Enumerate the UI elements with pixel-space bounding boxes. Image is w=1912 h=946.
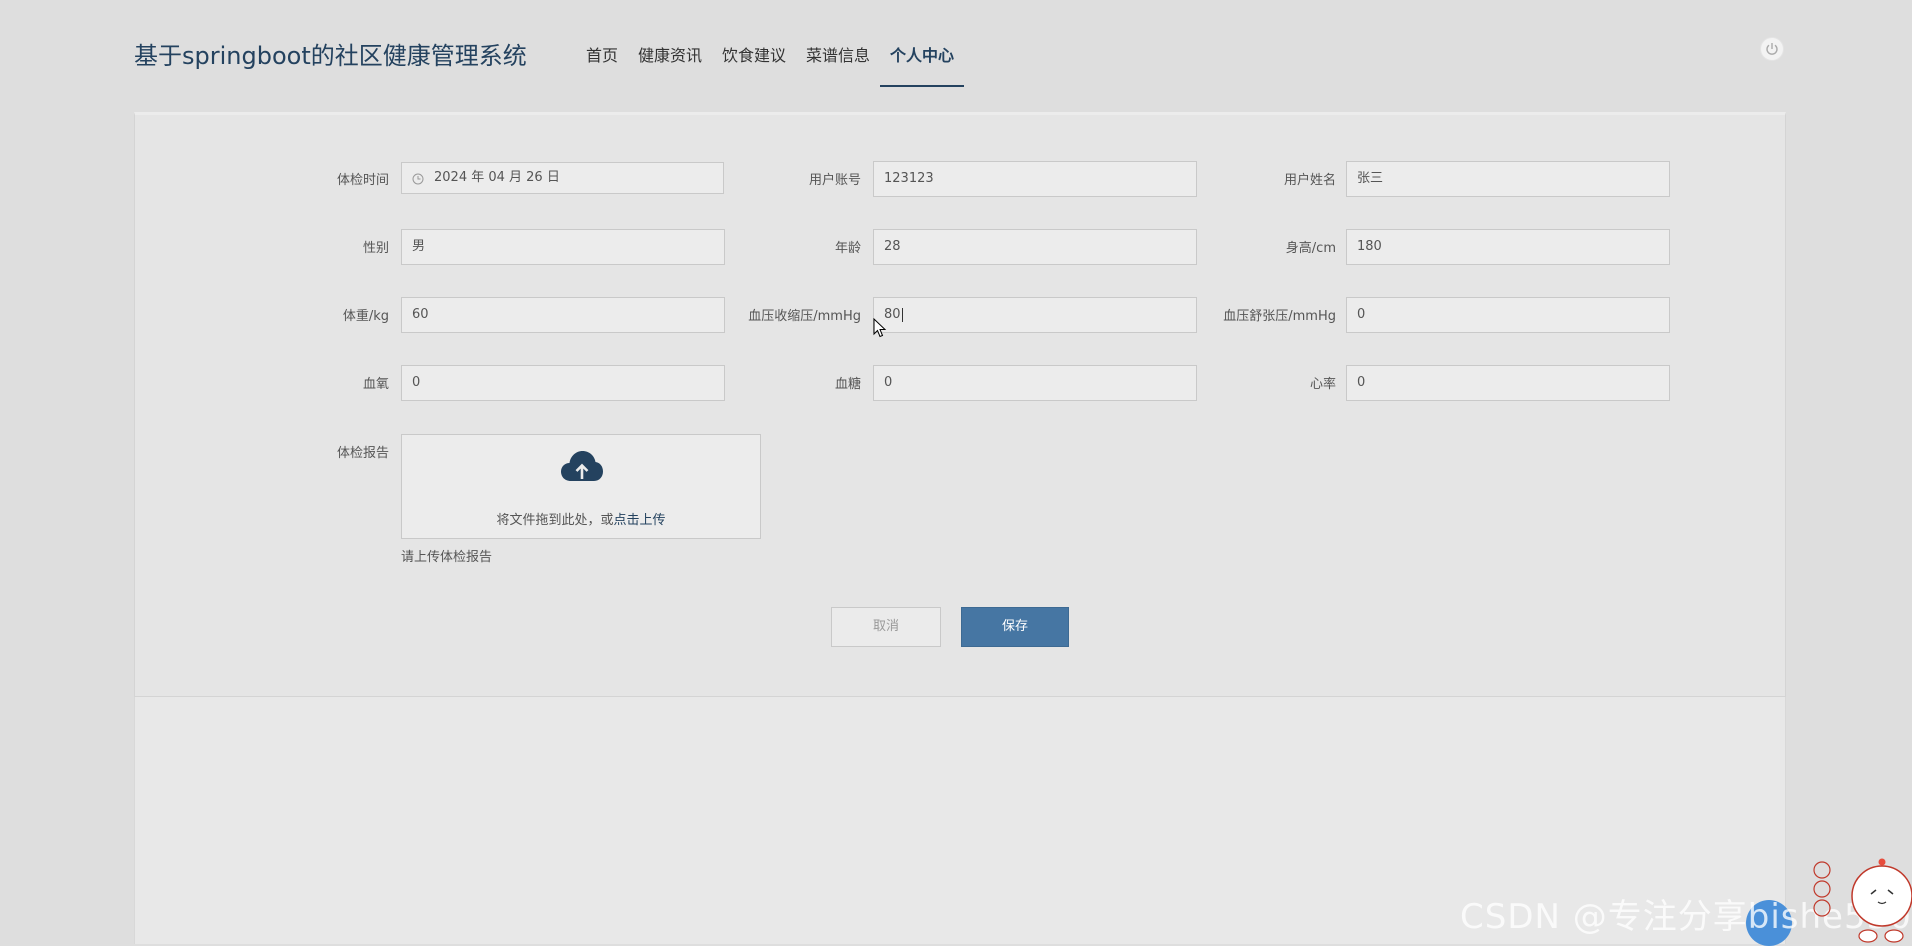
systolic-input[interactable]: 80 bbox=[873, 297, 1197, 333]
mascot-sticker-icon bbox=[1813, 858, 1912, 943]
glucose-input[interactable]: 0 bbox=[873, 365, 1197, 401]
upload-hint: 将文件拖到此处，或点击上传 bbox=[402, 509, 760, 528]
save-button[interactable]: 保存 bbox=[961, 607, 1069, 647]
text-caret bbox=[901, 307, 903, 322]
cloud-upload-icon bbox=[561, 451, 603, 481]
gender-input[interactable]: 男 bbox=[401, 229, 725, 265]
height-label: 身高/cm bbox=[1285, 241, 1336, 256]
oxygen-input[interactable]: 0 bbox=[401, 365, 725, 401]
clock-icon bbox=[412, 173, 424, 185]
weight-label: 体重/kg bbox=[342, 309, 389, 324]
nav-health-news[interactable]: 健康资讯 bbox=[638, 42, 702, 66]
diastolic-input[interactable]: 0 bbox=[1346, 297, 1670, 333]
report-upload-dropzone[interactable]: 将文件拖到此处，或点击上传 bbox=[401, 434, 761, 539]
gender-label: 性别 bbox=[362, 241, 389, 256]
exam-time-label: 体检时间 bbox=[336, 173, 389, 188]
heart-rate-input[interactable]: 0 bbox=[1346, 365, 1670, 401]
upload-drop-text: 将文件拖到此处，或 bbox=[496, 513, 614, 528]
name-input[interactable]: 张三 bbox=[1346, 161, 1670, 197]
glucose-label: 血糖 bbox=[834, 377, 861, 392]
oxygen-label: 血氧 bbox=[362, 377, 389, 392]
nav-recipes[interactable]: 菜谱信息 bbox=[806, 42, 870, 66]
nav-active-indicator bbox=[880, 85, 964, 87]
upload-click-link[interactable]: 点击上传 bbox=[614, 513, 666, 528]
exam-time-value: 2024 年 04 月 26 日 bbox=[434, 170, 560, 185]
nav-diet-advice[interactable]: 饮食建议 bbox=[722, 42, 786, 66]
upload-tip: 请上传体检报告 bbox=[401, 550, 493, 565]
name-label: 用户姓名 bbox=[1283, 173, 1336, 188]
systolic-label: 血压收缩压/mmHg bbox=[748, 309, 861, 324]
form-panel bbox=[134, 112, 1786, 697]
diastolic-label: 血压舒张压/mmHg bbox=[1223, 309, 1336, 324]
height-input[interactable]: 180 bbox=[1346, 229, 1670, 265]
mouse-cursor-icon bbox=[873, 318, 887, 338]
heart-rate-label: 心率 bbox=[1309, 377, 1336, 392]
nav-home[interactable]: 首页 bbox=[586, 42, 618, 66]
top-header: 基于springboot的社区健康管理系统 首页 健康资讯 饮食建议 菜谱信息 … bbox=[0, 0, 1912, 110]
cancel-button[interactable]: 取消 bbox=[831, 607, 941, 647]
report-label: 体检报告 bbox=[336, 446, 389, 461]
app-title: 基于springboot的社区健康管理系统 bbox=[134, 42, 527, 70]
age-input[interactable]: 28 bbox=[873, 229, 1197, 265]
account-input[interactable]: 123123 bbox=[873, 161, 1197, 197]
account-label: 用户账号 bbox=[808, 173, 861, 188]
age-label: 年龄 bbox=[834, 241, 861, 256]
weight-input[interactable]: 60 bbox=[401, 297, 725, 333]
exam-time-picker[interactable]: 2024 年 04 月 26 日 bbox=[401, 162, 724, 194]
nav-personal-center[interactable]: 个人中心 bbox=[890, 42, 954, 66]
logout-button[interactable] bbox=[1760, 37, 1784, 61]
power-icon bbox=[1766, 43, 1778, 55]
